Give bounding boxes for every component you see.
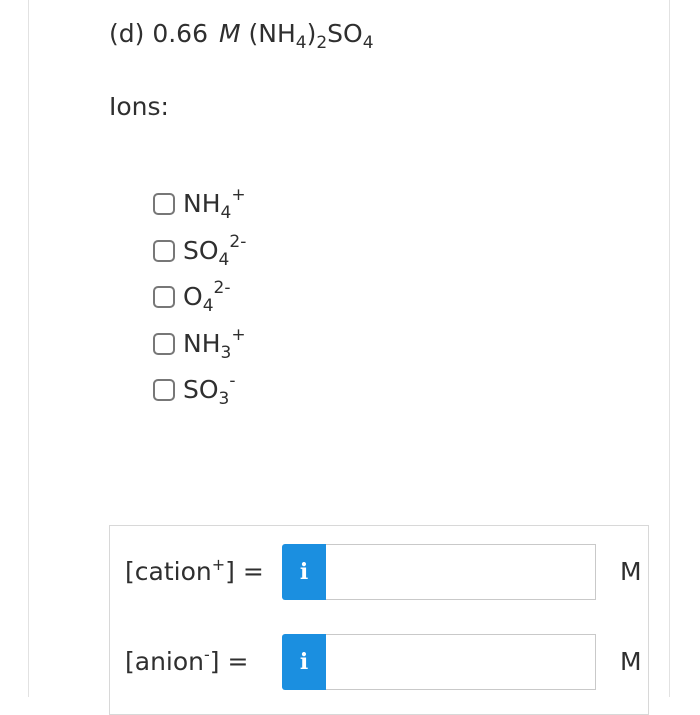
ion-base: NH <box>183 328 221 358</box>
ion-charge: 2- <box>213 278 231 299</box>
ions-label: Ions: <box>109 92 169 121</box>
formula-close: ) <box>306 19 317 48</box>
ion-charge: 2- <box>229 231 247 252</box>
formula-open: (NH <box>248 19 296 48</box>
ion-charge: + <box>231 324 246 345</box>
label-charge: + <box>211 555 226 574</box>
formula-rest: SO <box>327 19 363 48</box>
molarity-symbol: M <box>218 19 241 48</box>
anion-concentration-input[interactable] <box>326 634 596 690</box>
formula-sub-1: 4 <box>295 33 307 53</box>
ion-option-so3[interactable]: SO3- <box>153 367 246 414</box>
anion-concentration-label: [anion-] = <box>125 646 248 678</box>
info-icon[interactable]: i <box>282 634 326 690</box>
checkbox[interactable] <box>153 332 175 355</box>
checkbox[interactable] <box>153 286 175 309</box>
checkbox[interactable] <box>153 379 175 402</box>
ion-option-label: SO42- <box>183 233 246 268</box>
anion-answer-row: [anion-] = i M <box>110 634 648 690</box>
ion-option-nh4[interactable]: NH4+ <box>153 181 246 228</box>
label-text: [cation <box>125 557 212 586</box>
label-text: ] = <box>209 647 249 676</box>
ion-base: SO <box>183 375 219 405</box>
ion-option-label: NH4+ <box>183 187 246 222</box>
question-prefix: (d) 0.66 <box>109 19 208 48</box>
ion-charge: - <box>229 371 236 392</box>
answer-box: [cation+] = i M [anion-] = i M <box>109 525 649 715</box>
ion-charge: + <box>231 185 246 206</box>
formula-sub-2: 2 <box>316 33 328 53</box>
cation-answer-row: [cation+] = i M <box>110 544 648 600</box>
ion-option-label: NH3+ <box>183 326 246 361</box>
unit-label: M <box>620 647 642 676</box>
ion-base: NH <box>183 189 221 219</box>
cation-concentration-input[interactable] <box>326 544 596 600</box>
checkbox[interactable] <box>153 239 175 262</box>
ion-option-so4[interactable]: SO42- <box>153 228 246 275</box>
checkbox[interactable] <box>153 193 175 216</box>
ion-subscript: 4 <box>220 203 232 224</box>
question-title: (d) 0.66 M (NH4)2SO4 <box>109 18 374 53</box>
ion-option-label: SO3- <box>183 373 236 408</box>
ion-subscript: 4 <box>202 296 214 317</box>
ion-option-nh3[interactable]: NH3+ <box>153 321 246 368</box>
ion-options-list: NH4+ SO42- O42- NH3+ SO3- <box>153 181 246 414</box>
ion-subscript: 4 <box>218 249 230 270</box>
question-card: (d) 0.66 M (NH4)2SO4 Ions: NH4+ SO42- O4… <box>28 0 670 715</box>
ion-subscript: 3 <box>218 389 230 410</box>
ion-option-label: O42- <box>183 280 230 315</box>
ion-option-o4[interactable]: O42- <box>153 274 246 321</box>
ion-subscript: 3 <box>220 342 232 363</box>
cation-concentration-label: [cation+] = <box>125 556 264 588</box>
unit-label: M <box>620 557 642 586</box>
label-text: ] = <box>225 557 264 586</box>
ion-base: O <box>183 282 203 312</box>
info-icon[interactable]: i <box>282 544 326 600</box>
formula-sub-3: 4 <box>362 33 374 53</box>
label-text: [anion <box>125 647 205 676</box>
ion-base: SO <box>183 235 219 265</box>
